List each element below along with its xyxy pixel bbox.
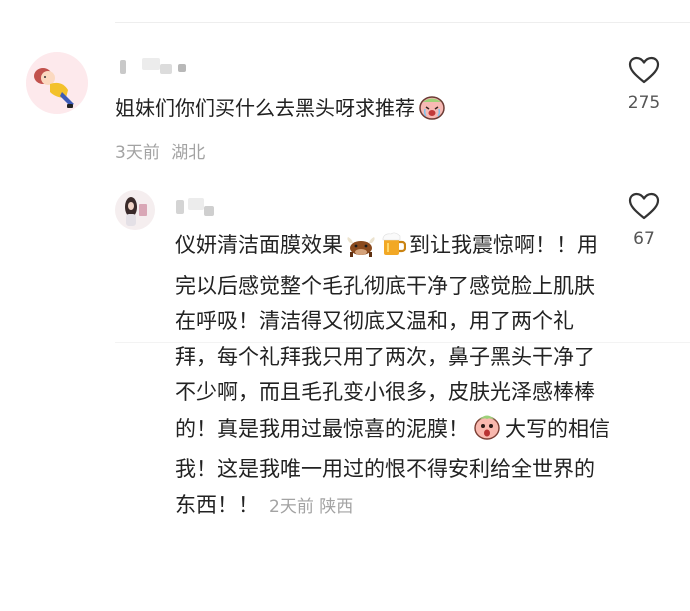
comment-time: 3天前 [115,143,160,163]
reply-text[interactable]: 仪妍清洁面膜效果 到让我震惊啊！！用完以后感觉整个毛孔彻底干净了感觉脸上肌肤在呼… [175,228,615,525]
reply-time: 2天前 [269,496,314,517]
reply-like-count: 67 [633,229,655,249]
beer-mug-icon [382,231,407,269]
comment-location: 湖北 [171,143,206,163]
reply-meta: 2天前 陕西 [269,497,353,517]
username-blurred[interactable] [120,58,190,76]
comment-meta: 3天前 湖北 [115,138,205,163]
avatar[interactable] [26,52,88,114]
like-button[interactable]: 275 [620,56,668,113]
shocked-peach-sticker-icon [472,411,502,453]
reply-location: 陕西 [319,496,354,517]
avatar-image [115,190,155,230]
like-count: 275 [627,93,661,113]
bull-face-icon [346,233,376,269]
reply-username-blurred[interactable] [176,198,216,216]
reply-like-button[interactable]: 67 [620,192,668,249]
heart-icon [628,192,660,220]
heart-icon [628,56,660,84]
avatar-image [26,52,88,114]
top-divider [115,22,690,23]
comment-text[interactable]: 姐妹们你们买什么去黑头呀求推荐 [115,94,449,125]
reply-avatar[interactable] [115,190,155,230]
crying-face-sticker-icon [418,94,446,125]
